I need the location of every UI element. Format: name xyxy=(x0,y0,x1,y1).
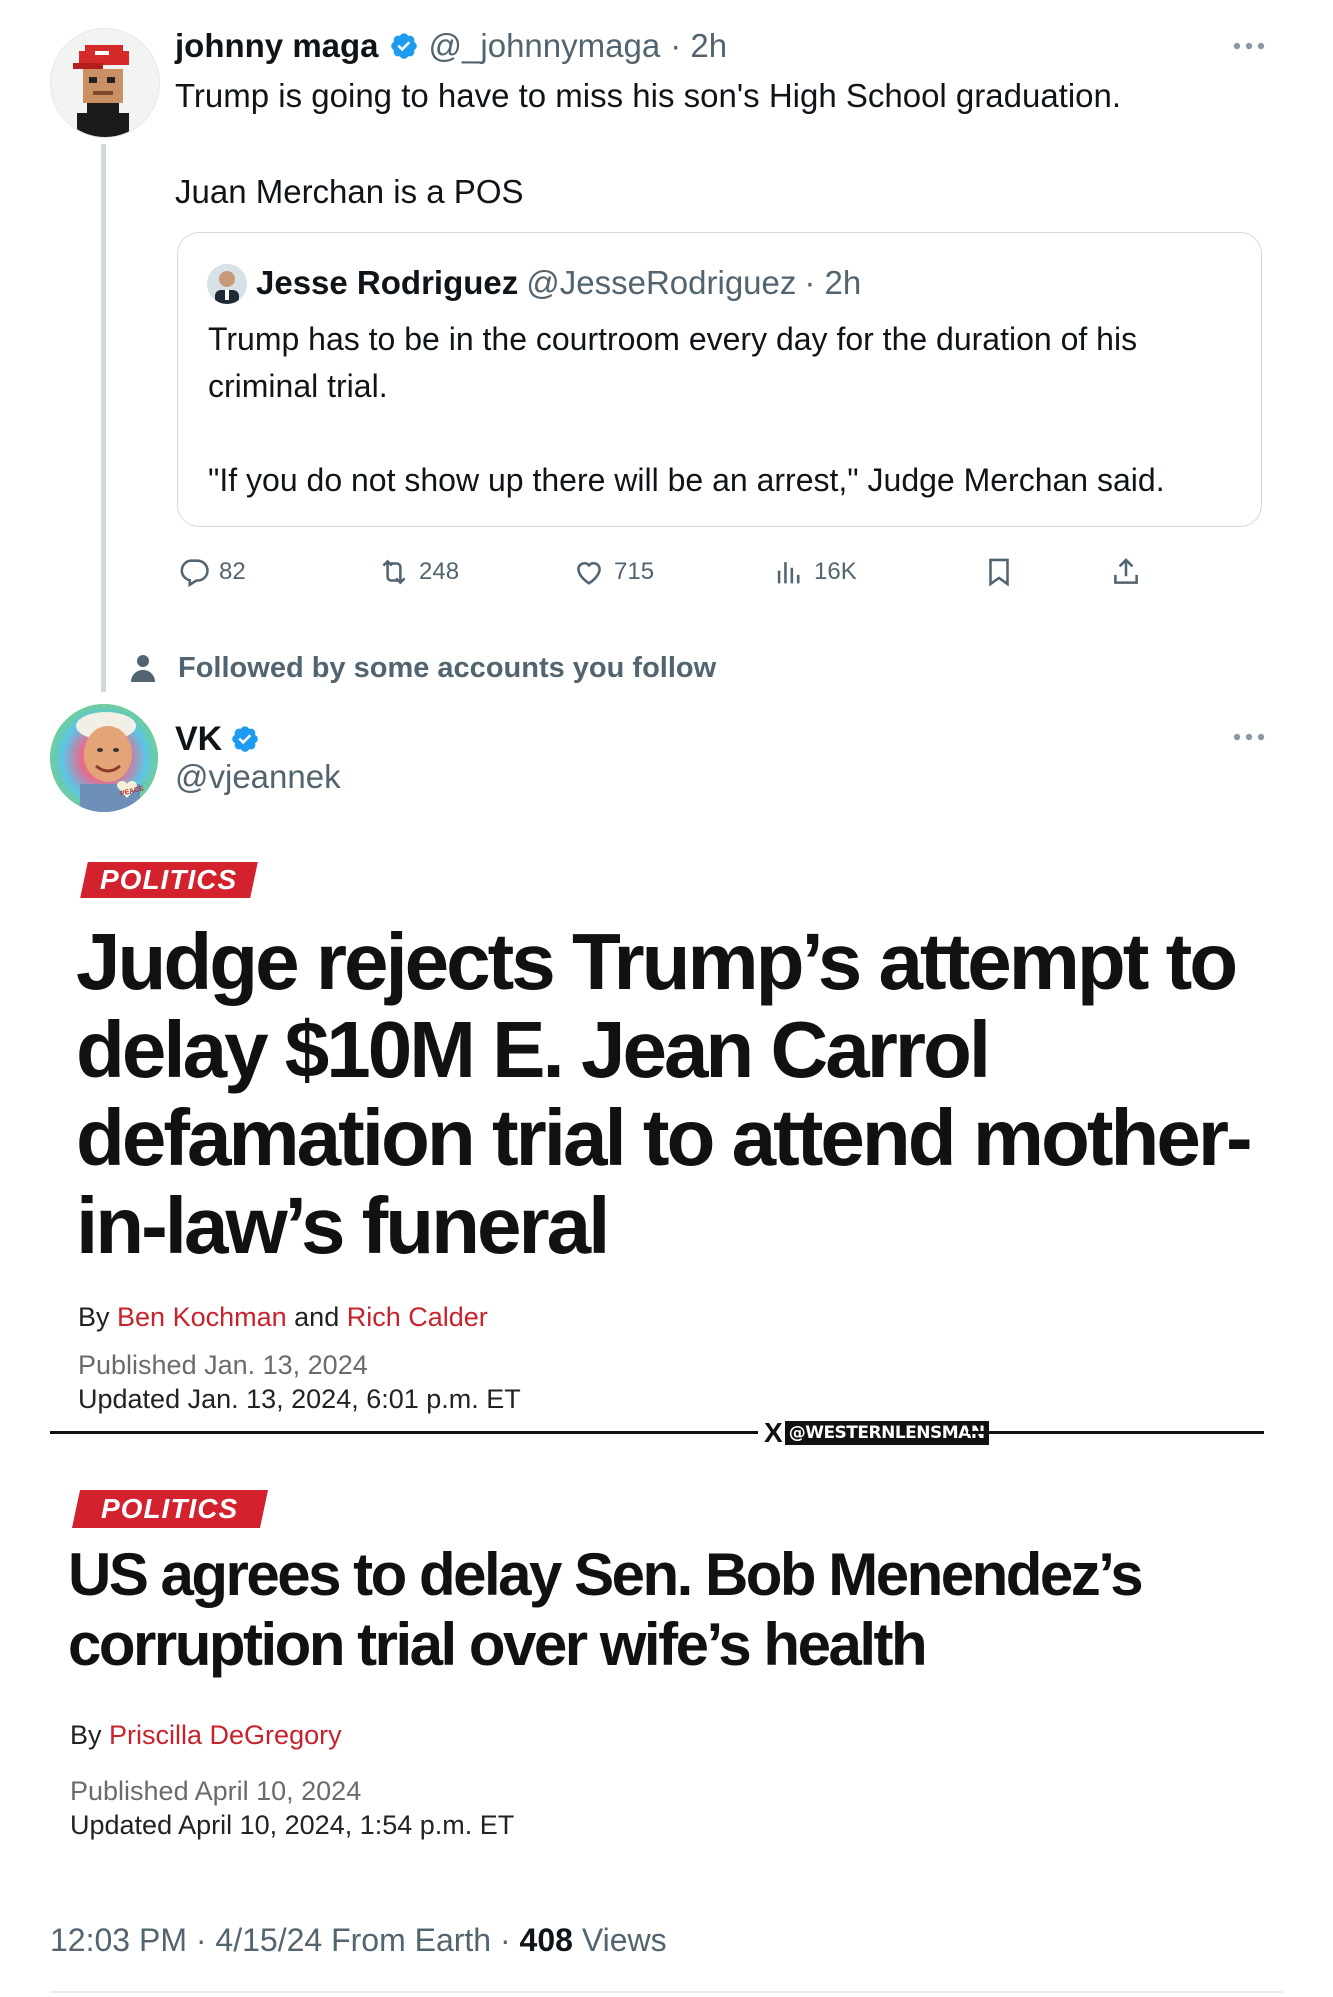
byline-by: By xyxy=(70,1720,102,1750)
bookmark-button[interactable] xyxy=(982,550,1016,594)
article1-category-label: POLITICS xyxy=(100,864,238,895)
more-options-icon[interactable] xyxy=(1231,731,1267,743)
social-context-text: Followed by some accounts you follow xyxy=(178,651,717,684)
heart-icon xyxy=(577,562,601,585)
views-button[interactable]: 16K xyxy=(772,550,857,594)
repost-button[interactable]: 248 xyxy=(377,550,459,594)
x-logo-icon: X xyxy=(764,1417,783,1448)
article1-updated: Updated Jan. 13, 2024, 6:01 p.m. ET xyxy=(78,1384,521,1414)
quote-text: Trump has to be in the courtroom every d… xyxy=(208,321,1165,498)
quote-time: · 2h xyxy=(804,264,862,301)
quote-header: Jesse Rodriguez @JesseRodriguez · 2h xyxy=(256,260,861,306)
tweet-top-header: johnny maga @_johnnymaga · 2h xyxy=(175,24,727,68)
collage-divider-right xyxy=(968,1431,1264,1434)
portrait-icon xyxy=(207,264,247,304)
post-time[interactable]: · 2h xyxy=(670,27,727,65)
author-name[interactable]: VK xyxy=(175,720,222,759)
quote-author-avatar xyxy=(207,264,247,304)
repost-icon xyxy=(382,559,406,585)
article2-byline: By Priscilla DeGregory xyxy=(70,1720,342,1751)
article2-category-tag: POLITICS xyxy=(71,1490,269,1528)
like-button[interactable]: 715 xyxy=(572,550,654,594)
person-icon xyxy=(131,655,155,682)
article2-category-label: POLITICS xyxy=(101,1493,239,1524)
reply-icon xyxy=(180,559,209,588)
analytics-icon xyxy=(777,562,800,584)
article1-byline: By Ben Kochman and Rich Calder xyxy=(78,1302,488,1333)
like-count: 715 xyxy=(614,558,655,585)
johnnymaga-avatar[interactable] xyxy=(50,28,160,138)
author-handle[interactable]: @_johnnymaga xyxy=(429,27,661,65)
article1-headline: Judge rejects Trump’s attempt to delay $… xyxy=(76,917,1253,1270)
article2-author1: Priscilla DeGregory xyxy=(109,1720,342,1750)
verified-badge-icon xyxy=(232,726,259,752)
views-label: Views xyxy=(572,1922,667,1958)
byline-by: By xyxy=(78,1302,110,1332)
byline-and: and xyxy=(294,1302,340,1332)
collage-divider-left xyxy=(50,1431,758,1434)
post-timestamp[interactable]: 12:03 PM · 4/15/24 From Earth · xyxy=(50,1922,520,1958)
article1-category-tag: POLITICS xyxy=(80,862,258,898)
tweet-text: Trump is going to have to miss his son's… xyxy=(175,77,1122,210)
repost-count: 248 xyxy=(419,558,460,585)
bottom-divider xyxy=(50,1991,1283,1993)
more-options-icon[interactable] xyxy=(1231,40,1267,52)
pixel-avatar-icon xyxy=(51,29,159,137)
bookmark-icon xyxy=(989,558,1009,587)
reply-count: 82 xyxy=(219,558,246,585)
view-count: 16K xyxy=(814,558,857,585)
verified-badge-icon xyxy=(390,33,417,59)
article2-updated: Updated April 10, 2024, 1:54 p.m. ET xyxy=(70,1810,515,1840)
watermark-label: @WESTERNLENSMAN xyxy=(784,1421,989,1445)
article1-author2: Rich Calder xyxy=(346,1302,488,1332)
article2-published: Published April 10, 2024 xyxy=(70,1776,362,1806)
tweet-main-header: VK xyxy=(175,716,260,762)
vk-avatar[interactable]: PEACE xyxy=(50,704,158,812)
quote-author-name: Jesse Rodriguez xyxy=(256,264,519,301)
author-handle[interactable]: @vjeannek xyxy=(175,758,341,796)
views-count: 408 xyxy=(519,1922,573,1958)
reply-button[interactable]: 82 xyxy=(177,550,246,594)
share-icon xyxy=(1114,558,1138,584)
social-context: Followed by some accounts you follow xyxy=(130,648,716,688)
tweet-metadata: 12:03 PM · 4/15/24 From Earth · 408 View… xyxy=(50,1922,667,1959)
article2-headline: US agrees to delay Sen. Bob Menendez’s c… xyxy=(68,1541,1144,1678)
share-button[interactable] xyxy=(1109,550,1143,594)
article1-author1: Ben Kochman xyxy=(117,1302,287,1332)
watermark: X @WESTERNLENSMAN xyxy=(764,1417,989,1448)
tie-dye-portrait-icon xyxy=(50,704,158,812)
thread-line xyxy=(101,144,106,692)
quote-author-handle: @JesseRodriguez xyxy=(526,264,797,301)
author-name[interactable]: johnny maga xyxy=(175,27,379,65)
article1-published: Published Jan. 13, 2024 xyxy=(78,1350,368,1380)
